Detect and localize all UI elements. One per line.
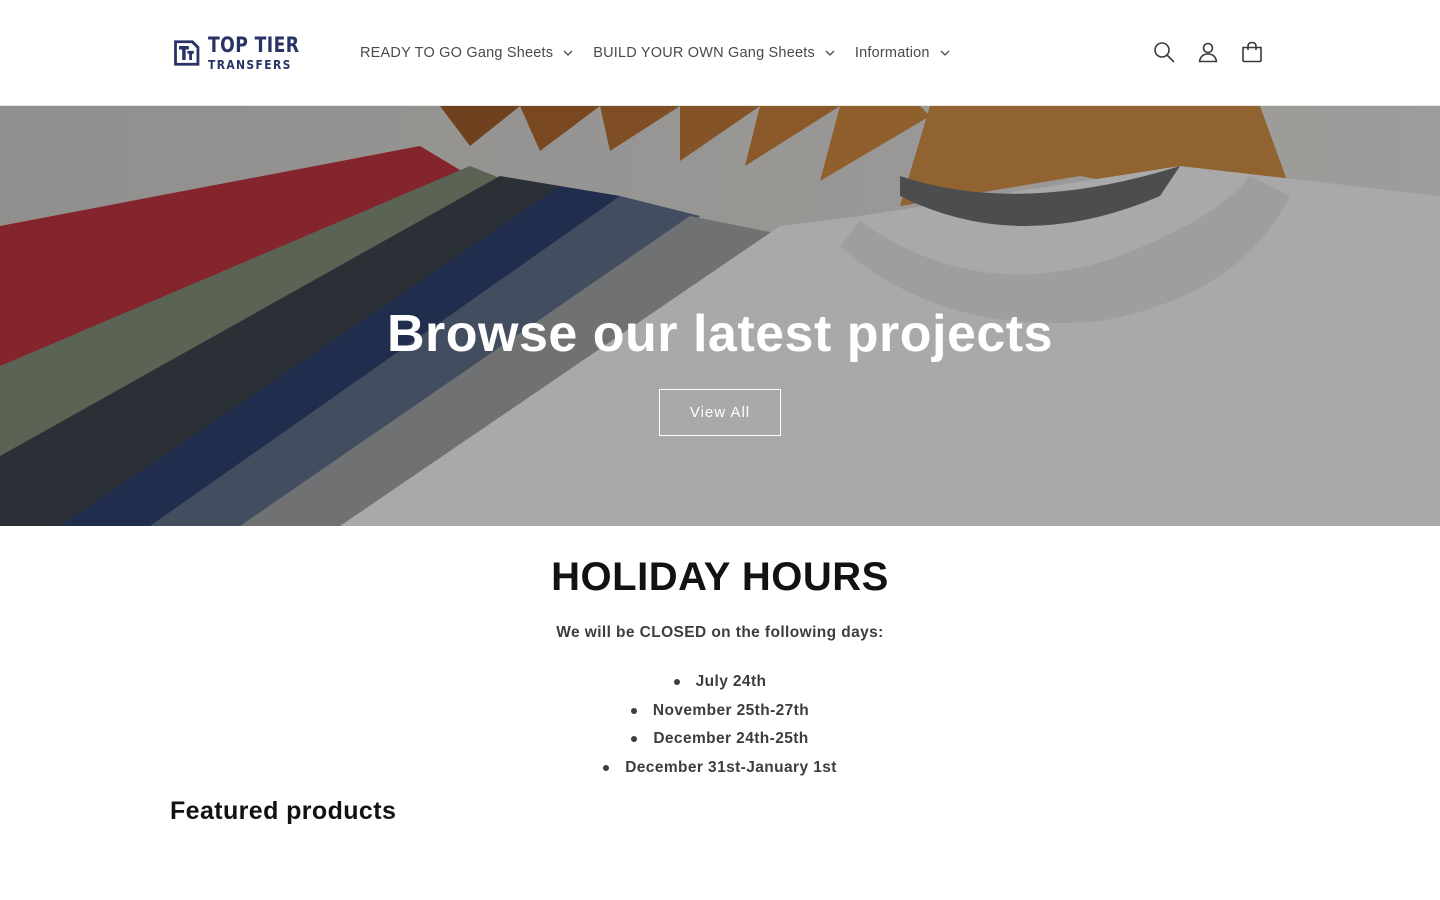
bullet-icon — [631, 736, 638, 743]
brand-name-bottom: TRANSFERS — [208, 56, 293, 72]
hero-banner: Browse our latest projects View All — [0, 106, 1440, 526]
holiday-hours-subtitle: We will be CLOSED on the following days: — [556, 624, 884, 641]
closed-date: December 31st-January 1st — [625, 759, 837, 777]
closed-dates-list: July 24th November 25th-27th December 24… — [0, 668, 1440, 782]
cart-button[interactable] — [1240, 40, 1264, 64]
main-nav: READY TO GO Gang Sheets BUILD YOUR OWN G… — [360, 42, 970, 64]
account-button[interactable] — [1196, 40, 1220, 64]
closed-date: July 24th — [695, 673, 767, 691]
search-icon — [1154, 42, 1175, 63]
chevron-down-icon — [940, 50, 950, 56]
closed-date: December 24th-25th — [653, 730, 809, 748]
site-header: TOP TIER TRANSFERS READY TO GO Gang Shee… — [0, 0, 1440, 106]
list-item: December 24th-25th — [0, 725, 1440, 754]
view-all-button[interactable]: View All — [659, 389, 781, 436]
list-item: November 25th-27th — [0, 697, 1440, 726]
nav-item-label: BUILD YOUR OWN Gang Sheets — [593, 45, 815, 61]
nav-item-label: READY TO GO Gang Sheets — [360, 45, 554, 61]
logo-mark-icon — [174, 40, 200, 66]
header-icons — [1152, 40, 1284, 64]
featured-products-title: Featured products — [170, 797, 397, 825]
bullet-icon — [630, 707, 637, 714]
chevron-down-icon — [563, 50, 573, 56]
search-button[interactable] — [1152, 40, 1176, 64]
nav-item-label: Information — [854, 45, 930, 61]
list-item: December 31st-January 1st — [0, 754, 1440, 783]
bullet-icon — [603, 765, 610, 772]
chevron-down-icon — [825, 50, 835, 56]
bullet-icon — [673, 679, 680, 686]
closed-date: November 25th-27th — [652, 701, 810, 719]
list-item: July 24th — [0, 668, 1440, 697]
nav-item-build-your-own[interactable]: BUILD YOUR OWN Gang Sheets — [593, 45, 835, 61]
cart-icon — [1242, 41, 1262, 63]
brand-name-top: TOP TIER — [208, 32, 300, 57]
holiday-hours-title: HOLIDAY HOURS — [551, 555, 889, 599]
account-icon — [1198, 42, 1218, 63]
brand-logo[interactable]: TOP TIER TRANSFERS — [172, 30, 320, 76]
hero-title: Browse our latest projects — [386, 305, 1054, 363]
nav-item-information[interactable]: Information — [855, 45, 950, 61]
nav-item-ready-to-go[interactable]: READY TO GO Gang Sheets — [360, 45, 573, 61]
